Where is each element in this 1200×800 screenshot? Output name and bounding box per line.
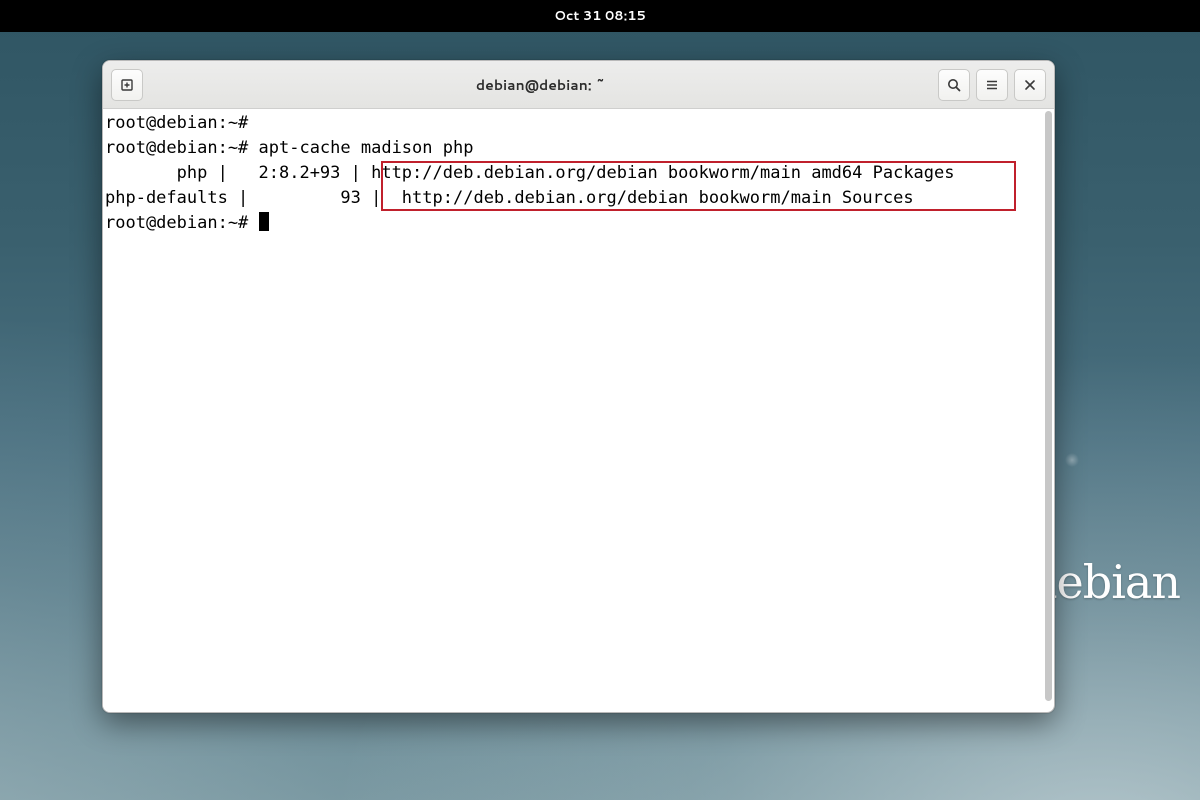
terminal-line: root@debian:~# [105, 111, 955, 136]
window-title: debian@debian: ~ [149, 75, 932, 95]
window-titlebar[interactable]: debian@debian: ~ [103, 61, 1054, 109]
menu-button[interactable] [976, 69, 1008, 101]
terminal-line: root@debian:~# [105, 211, 955, 236]
search-button[interactable] [938, 69, 970, 101]
gnome-topbar[interactable]: Oct 31 08:15 [0, 0, 1200, 32]
topbar-clock[interactable]: Oct 31 08:15 [554, 7, 646, 25]
scrollbar[interactable] [1043, 109, 1054, 712]
cursor [259, 212, 269, 231]
close-icon [1022, 77, 1038, 93]
search-icon [946, 77, 962, 93]
hamburger-icon [984, 77, 1000, 93]
plus-icon [119, 77, 135, 93]
terminal-line: php | 2:8.2+93 | http://deb.debian.org/d… [105, 161, 955, 186]
terminal-body[interactable]: root@debian:~#root@debian:~# apt-cache m… [103, 109, 1054, 712]
close-button[interactable] [1014, 69, 1046, 101]
terminal-window: debian@debian: ~ root@debian:~#root@debi… [102, 60, 1055, 713]
terminal-line: root@debian:~# apt-cache madison php [105, 136, 955, 161]
terminal-output[interactable]: root@debian:~#root@debian:~# apt-cache m… [103, 109, 1043, 712]
terminal-line: php-defaults | 93 | http://deb.debian.or… [105, 186, 955, 211]
scrollbar-thumb[interactable] [1045, 111, 1052, 701]
new-tab-button[interactable] [111, 69, 143, 101]
